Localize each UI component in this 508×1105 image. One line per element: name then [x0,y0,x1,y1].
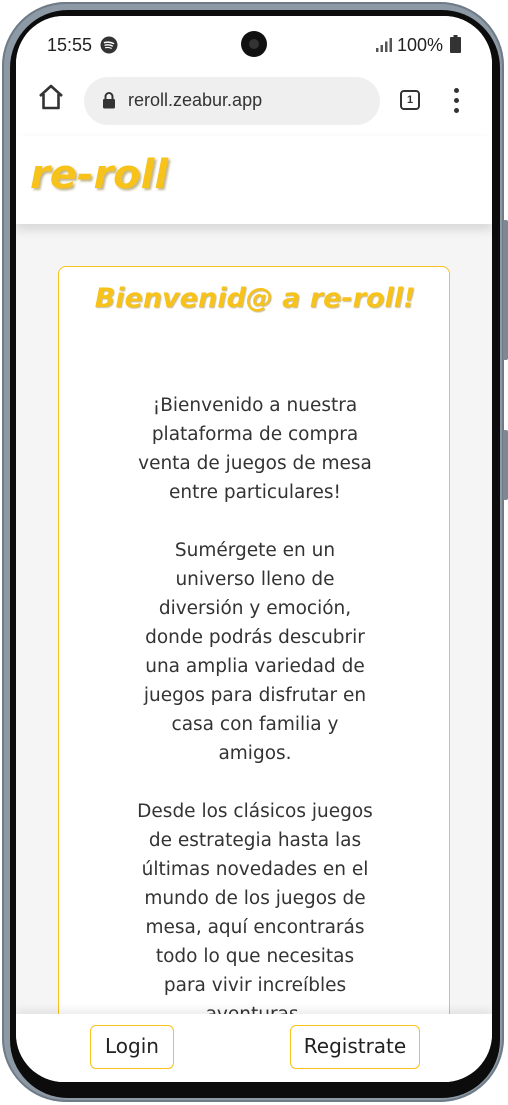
phone-device: 15:55 100% reroll.zeabur.app 1 re-roll B… [0,0,508,1105]
browser-toolbar: reroll.zeabur.app 1 [16,72,492,136]
welcome-title: Bienvenid@ a re-roll! [94,283,416,314]
battery-percent: 100% [397,35,444,55]
url-text: reroll.zeabur.app [128,90,263,110]
camera-icon [241,31,267,57]
status-time: 15:55 [47,35,93,55]
home-icon[interactable] [36,82,66,112]
main-content: Bienvenid@ a re-roll! ¡Bienvenido a nues… [16,224,492,1014]
signal-icon [376,38,392,52]
login-button[interactable]: Login [90,1025,174,1069]
welcome-paragraph: Sumérgete en un universo lleno de divers… [143,540,367,764]
battery-icon [450,35,461,53]
site-logo[interactable]: re-roll [30,152,168,198]
tab-switcher-button[interactable]: 1 [400,90,420,110]
welcome-paragraph: Desde los clásicos juegos de estrategia … [137,801,373,1014]
volume-button [503,220,508,360]
lock-icon [103,92,115,109]
status-bar: 15:55 100% [16,16,492,72]
power-button [503,430,508,500]
register-button[interactable]: Registrate [290,1025,420,1069]
welcome-card: Bienvenid@ a re-roll! ¡Bienvenido a nues… [58,266,450,1014]
spotify-icon [100,36,118,54]
more-vert-icon[interactable] [446,88,466,114]
welcome-text: ¡Bienvenido a nuestra plataforma de comp… [135,391,375,1014]
address-bar[interactable]: reroll.zeabur.app [84,77,380,125]
site-header: re-roll [16,136,492,224]
auth-bar: Login Registrate [16,1014,492,1082]
welcome-paragraph: ¡Bienvenido a nuestra plataforma de comp… [138,395,372,503]
screen: 15:55 100% reroll.zeabur.app 1 re-roll B… [16,16,492,1082]
